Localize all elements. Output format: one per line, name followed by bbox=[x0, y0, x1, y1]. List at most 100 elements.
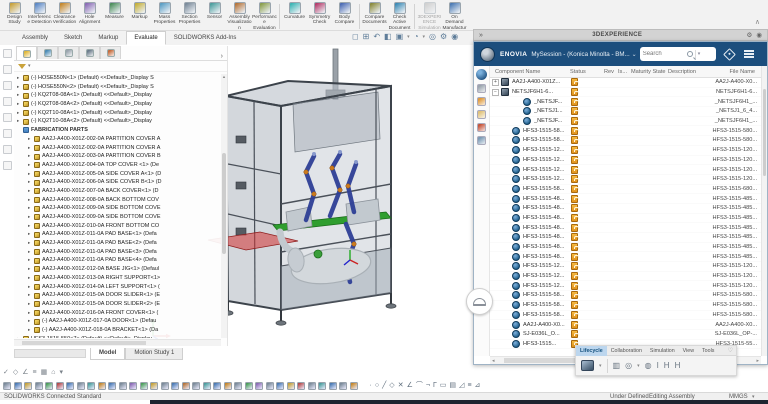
toolbar-icon[interactable] bbox=[35, 382, 43, 390]
featuremanager-tab[interactable] bbox=[16, 46, 37, 60]
component-row[interactable]: HFS3-1515-12... HFS3-1515-120... bbox=[490, 146, 761, 156]
left-tool-icon[interactable] bbox=[3, 129, 12, 138]
toolbar-icon[interactable] bbox=[287, 382, 295, 390]
toolbar-icon[interactable] bbox=[192, 382, 200, 390]
column-header[interactable]: Maturity State bbox=[631, 69, 666, 75]
component-row[interactable]: HFS3-1515-58... HFS3-1515-680... bbox=[490, 185, 761, 195]
section-view-icon[interactable]: ◧ bbox=[384, 32, 392, 42]
view-settings-icon[interactable]: ⚙ bbox=[440, 32, 447, 42]
scrollbar-thumb[interactable] bbox=[222, 153, 226, 253]
component-row[interactable]: HFS3-1515-48... HFS3-1515-485... bbox=[490, 243, 761, 253]
filter-edges-icon[interactable]: ∠ bbox=[22, 368, 28, 376]
chevron-down-icon[interactable]: ⌄ bbox=[632, 51, 637, 58]
sketch-angle-icon[interactable]: ∠ bbox=[407, 381, 413, 390]
column-header[interactable]: File Name bbox=[730, 69, 756, 75]
tree-item[interactable]: HFS3-1515-550<7> (Default) <<Default>_Di… bbox=[17, 335, 221, 338]
search-input[interactable] bbox=[643, 51, 687, 57]
toolbar-icon[interactable] bbox=[182, 382, 190, 390]
interference-detection-button[interactable]: Interference Detection bbox=[27, 0, 52, 26]
sketch-corner-icon[interactable]: Γ bbox=[433, 381, 437, 390]
document-status-icon[interactable]: ▥ bbox=[613, 361, 621, 371]
tree-item[interactable]: AA2J-A400-X01Z-012-0A BASE JIG<1> (Defau… bbox=[17, 265, 221, 274]
tree-item[interactable]: AA2J-A400-X01Z-011-0A PAD BASE<4> (Defa bbox=[17, 256, 221, 265]
sketch-polygon-icon[interactable]: ◇ bbox=[389, 381, 394, 390]
component-row[interactable]: HFS3-1515-48... HFS3-1515-485... bbox=[490, 204, 761, 214]
section-properties-button[interactable]: Section Properties bbox=[177, 0, 202, 26]
tab-markup[interactable]: Markup bbox=[90, 31, 126, 45]
tree-item[interactable]: AA2J-A400-X01Z-002-0A PARTITION COVER A bbox=[17, 135, 221, 144]
toolbar-icon[interactable] bbox=[66, 382, 74, 390]
tab-assembly[interactable]: Assembly bbox=[14, 31, 56, 45]
component-row[interactable]: HFS3-1515-48... HFS3-1515-485... bbox=[490, 214, 761, 224]
tree-item[interactable]: (-) HOSE550N<1> (Default) <<Default>_Dis… bbox=[17, 74, 221, 83]
column-header[interactable]: Component Name bbox=[495, 69, 540, 75]
component-row[interactable]: HFS3-1515-48... HFS3-1515-485... bbox=[490, 194, 761, 204]
pin-icon[interactable]: ◉ bbox=[451, 32, 458, 42]
insert-icon[interactable]: I bbox=[657, 361, 659, 371]
left-tool-icon[interactable] bbox=[3, 97, 12, 106]
dimxpertmanager-tab[interactable] bbox=[79, 46, 100, 59]
tree-item[interactable]: (-) HOSE550N<2> (Default) <<Default>_Dis… bbox=[17, 83, 221, 92]
toolbar-icon[interactable] bbox=[350, 382, 358, 390]
check-active-document-button[interactable]: Check Active Document bbox=[387, 0, 412, 31]
zoom-to-fit-icon[interactable]: ◻ bbox=[352, 32, 359, 42]
toolbar-icon[interactable] bbox=[339, 382, 347, 390]
toolbar-icon[interactable] bbox=[224, 382, 232, 390]
toolbar-icon[interactable] bbox=[297, 382, 305, 390]
compass-icon[interactable] bbox=[476, 69, 487, 80]
left-tool-icon[interactable] bbox=[3, 49, 12, 58]
folder-icon[interactable] bbox=[477, 110, 486, 119]
sketch-line-icon[interactable]: ╱ bbox=[382, 381, 386, 390]
toolbar-icon[interactable] bbox=[45, 382, 53, 390]
tree-item[interactable]: AA2J-A400-X01Z-011-0A PAD BASE<2> (Defa bbox=[17, 239, 221, 248]
component-row[interactable]: HFS3-1515-58... HFS3-1515-580... bbox=[490, 126, 761, 136]
curvature-button[interactable]: Curvature bbox=[282, 0, 307, 20]
collapse-ribbon-icon[interactable]: ∧ bbox=[755, 18, 760, 26]
toolbar-icon[interactable] bbox=[329, 382, 337, 390]
scroll-left-icon[interactable]: ◂ bbox=[492, 358, 495, 364]
tree-item[interactable]: AA2J-A400-X01Z-009-0A SIDE BOTTOM COVE bbox=[17, 213, 221, 222]
toolbar-icon[interactable] bbox=[255, 382, 263, 390]
component-row[interactable]: HFS3-1515-58... HFS3-1515-580... bbox=[490, 291, 761, 301]
toolbar-icon[interactable] bbox=[87, 382, 95, 390]
dropdown-caret[interactable]: ▾ bbox=[423, 32, 426, 42]
compare-documents-button[interactable]: Compare Documents bbox=[362, 0, 387, 26]
component-row[interactable]: AA2J-A400-X01Z... AA2J-A400-X0... bbox=[490, 78, 761, 88]
column-header[interactable]: Status bbox=[570, 69, 586, 75]
filter-vertices-icon[interactable]: ◇ bbox=[13, 368, 18, 376]
component-row[interactable]: NETSJF6H1-6... NETSJF6H1-6... bbox=[490, 88, 761, 98]
tab-evaluate[interactable]: Evaluate bbox=[126, 31, 165, 45]
hole-alignment-button[interactable]: Hole Alignment bbox=[77, 0, 102, 26]
component-row[interactable]: HFS3-1515-58... HFS3-1515-580... bbox=[490, 311, 761, 321]
toolbar-icon[interactable] bbox=[318, 382, 326, 390]
tree-item[interactable]: FABRICATION PARTS bbox=[17, 126, 221, 135]
toolbar-icon[interactable] bbox=[245, 382, 253, 390]
display-style-icon[interactable]: ◔ bbox=[414, 32, 419, 42]
toolbar-icon[interactable] bbox=[77, 382, 85, 390]
sketch-rectangle-icon[interactable]: ▭ bbox=[440, 381, 447, 390]
dropdown-caret[interactable]: ▾ bbox=[28, 63, 31, 69]
more-tabs-icon[interactable]: › bbox=[221, 53, 227, 60]
tree-item[interactable]: AA2J-A400-X01Z-003-0A PARTITION COVER B bbox=[17, 152, 221, 161]
sketch-arc-icon[interactable]: ⌒ bbox=[416, 381, 423, 390]
sketch-offset-icon[interactable]: ¬ bbox=[426, 381, 430, 390]
model-box-icon[interactable] bbox=[477, 84, 486, 93]
component-row[interactable]: AA2J-A400-X0... AA2J-A400-X0... bbox=[490, 320, 761, 330]
toolbar-icon[interactable] bbox=[234, 382, 242, 390]
sketch-point-icon[interactable]: · bbox=[370, 381, 372, 390]
design-study-button[interactable]: Design Study bbox=[2, 0, 27, 26]
zoom-to-area-icon[interactable]: ⊞ bbox=[363, 32, 370, 42]
filter-funnel-icon[interactable] bbox=[18, 64, 26, 69]
hide-show-items-icon[interactable]: ◎ bbox=[429, 32, 436, 42]
actionbar-tab-lifecycle[interactable]: Lifecycle bbox=[576, 346, 607, 356]
tree-item[interactable]: AA2J-A400-X01Z-015-0A DOOR SLIDER<2> (E bbox=[17, 300, 221, 309]
component-row[interactable]: HFS3-1515-12... HFS3-1515-120... bbox=[490, 262, 761, 272]
new-content-icon[interactable] bbox=[581, 360, 594, 371]
tree-item[interactable]: AA2J-A400-X01Z-011-0A PAD BASE<1> (Defa bbox=[17, 230, 221, 239]
toolbar-icon[interactable] bbox=[14, 382, 22, 390]
tree-item[interactable]: (-) AA2J-A400-X01Z-018-0A BRACKET<1> (Da bbox=[17, 326, 221, 335]
tree-horizontal-scrollbar[interactable] bbox=[14, 339, 221, 346]
toolbar-icon[interactable] bbox=[266, 382, 274, 390]
actionbar-tab-tools[interactable]: Tools bbox=[698, 346, 718, 356]
toolbar-icon[interactable] bbox=[203, 382, 211, 390]
